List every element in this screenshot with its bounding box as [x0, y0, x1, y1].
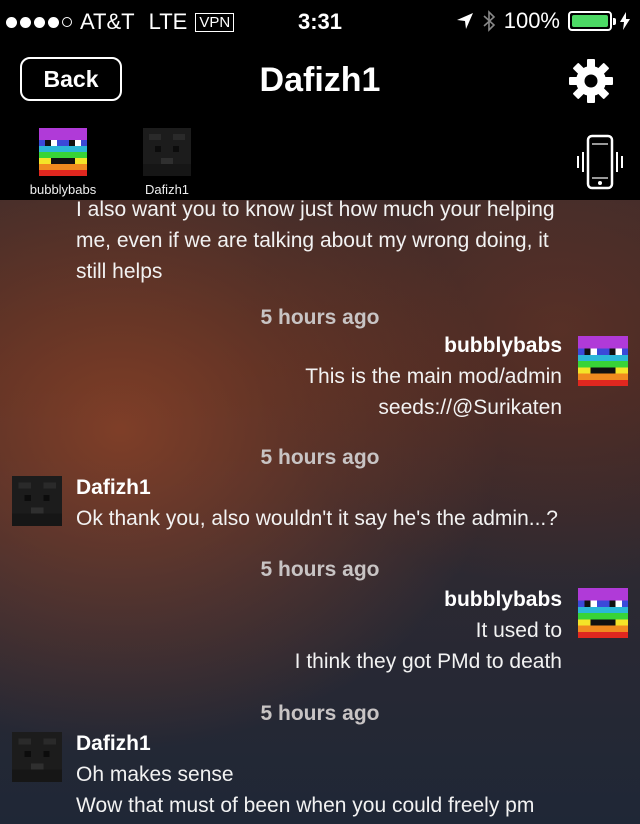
nav-bar: Back Dafizh1 bubblybabs Dafizh1	[0, 40, 640, 200]
message-line: I also want you to know just how much yo…	[76, 200, 555, 221]
sender-name: bubblybabs	[444, 588, 562, 611]
participant-dafizh1[interactable]: Dafizh1	[128, 128, 206, 197]
participant-bubblybabs[interactable]: bubblybabs	[24, 128, 102, 197]
dark-avatar-icon[interactable]	[12, 476, 62, 526]
participant-name: Dafizh1	[144, 182, 190, 197]
message-timestamp: 5 hours ago	[260, 306, 380, 329]
rainbow-avatar-icon	[39, 128, 87, 176]
battery-percent: 100%	[503, 8, 560, 33]
message-list[interactable]: I also want you to know just how much yo…	[0, 200, 640, 824]
sender-name: Dafizh1	[76, 732, 151, 755]
battery-icon	[568, 11, 616, 31]
sender-name: Dafizh1	[76, 476, 151, 499]
bluetooth-icon	[483, 10, 495, 32]
message-timestamp: 5 hours ago	[260, 702, 380, 725]
message-line: me, even if we are talking about my wron…	[76, 229, 549, 252]
vibrate-phone-icon[interactable]	[576, 134, 624, 192]
message-line: seeds://@Surikaten	[378, 396, 562, 419]
participant-name: bubblybabs	[29, 182, 97, 197]
message-timestamp: 5 hours ago	[260, 446, 380, 469]
message-dafizh1: Dafizh1 Ok thank you, also wouldn't it s…	[76, 476, 558, 534]
message-timestamp: 5 hours ago	[260, 558, 380, 581]
message-line: I think they got PMd to death	[294, 650, 562, 673]
message-line: It used to	[475, 619, 562, 642]
message-line: This is the main mod/admin	[305, 365, 562, 388]
page-title: Dafizh1	[259, 61, 381, 99]
sender-name: bubblybabs	[444, 334, 562, 357]
message-bubblybabs: bubblybabs This is the main mod/admin se…	[305, 334, 562, 423]
status-bar: AT&T LTE VPN 3:31 100%	[0, 0, 640, 40]
message-bubblybabs: bubblybabs It used to I think they got P…	[295, 588, 562, 677]
charging-bolt-icon	[620, 12, 630, 30]
message-body: I also want you to know just how much yo…	[76, 200, 555, 287]
message-line: still helps	[76, 260, 163, 283]
rainbow-avatar-icon[interactable]	[578, 336, 628, 386]
participant-list: bubblybabs Dafizh1	[24, 128, 206, 197]
rainbow-avatar-icon[interactable]	[578, 588, 628, 638]
dark-avatar-icon[interactable]	[12, 732, 62, 782]
location-arrow-icon	[456, 13, 473, 29]
message-dafizh1: Dafizh1 Oh makes sense Wow that must of …	[76, 732, 534, 821]
message-line: Ok thank you, also wouldn't it say he's …	[76, 507, 558, 530]
settings-gear-icon[interactable]	[568, 58, 614, 104]
message-line: Oh makes sense	[76, 763, 234, 786]
dark-avatar-icon	[143, 128, 191, 176]
message-line: Wow that must of been when you could fre…	[76, 794, 535, 817]
